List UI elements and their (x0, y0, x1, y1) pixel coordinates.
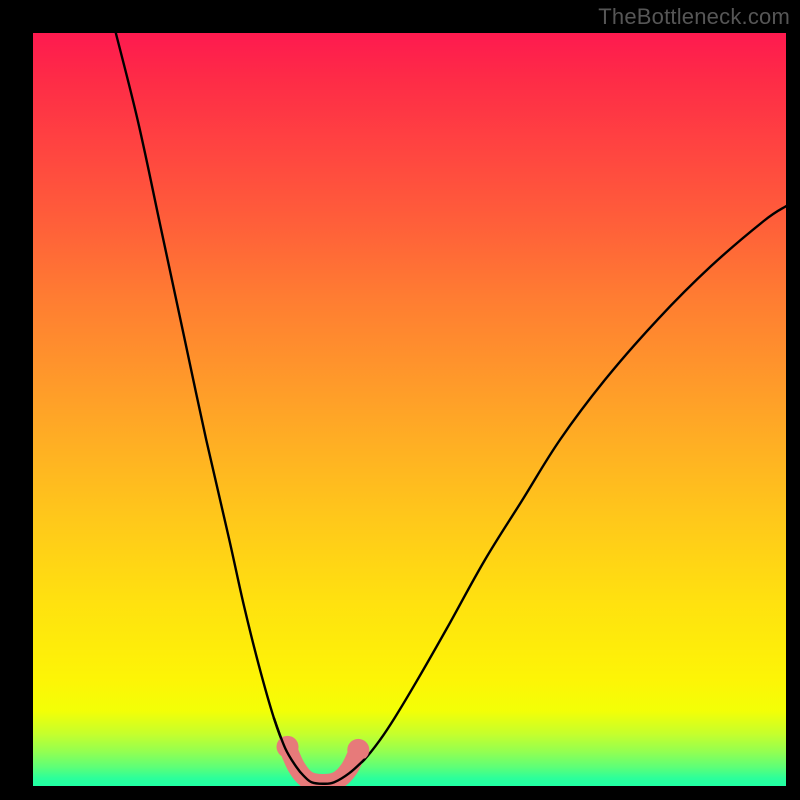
attribution-label: TheBottleneck.com (598, 4, 790, 30)
chart-svg (33, 33, 786, 786)
trough-markers (274, 718, 369, 784)
chart-container: TheBottleneck.com (0, 0, 800, 800)
plot-area (33, 33, 786, 786)
trough-end-lobe (347, 739, 369, 761)
bottleneck-curve (116, 33, 786, 784)
